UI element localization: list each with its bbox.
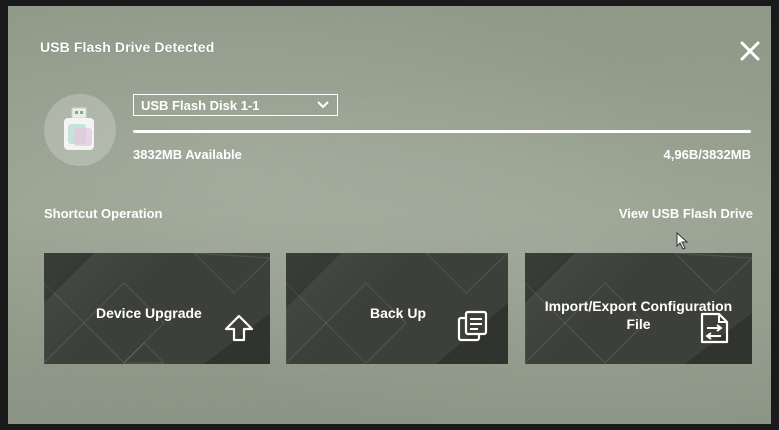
device-upgrade-tile[interactable]: Device Upgrade (44, 253, 270, 364)
usb-disk-select[interactable]: USB Flash Disk 1-1 (133, 94, 338, 116)
shortcut-heading: Shortcut Operation (44, 206, 163, 221)
upload-arrow-icon (224, 314, 254, 342)
available-space: 3832MB Available (133, 147, 242, 162)
import-export-file-icon (700, 312, 729, 344)
usb-disk-select-value: USB Flash Disk 1-1 (141, 97, 260, 113)
usage-ratio: 4,96B/3832MB (663, 147, 751, 162)
device-upgrade-label: Device Upgrade (96, 305, 202, 321)
back-up-label: Back Up (369, 305, 427, 321)
dialog-title: USB Flash Drive Detected (40, 39, 215, 55)
close-button[interactable] (739, 40, 761, 62)
capacity-bar (133, 130, 751, 133)
mouse-cursor-icon (676, 232, 689, 250)
usb-drive-icon (44, 94, 116, 166)
back-up-tile[interactable]: Back Up (286, 253, 508, 364)
view-usb-flash-drive-link[interactable]: View USB Flash Drive (619, 206, 753, 221)
close-icon (740, 41, 760, 61)
backup-copy-icon (457, 310, 488, 342)
import-export-config-tile[interactable]: Import/Export Configuration File (525, 253, 752, 364)
usb-dialog: USB Flash Drive Detected USB Flash Disk … (8, 6, 771, 424)
chevron-down-icon (317, 101, 329, 109)
